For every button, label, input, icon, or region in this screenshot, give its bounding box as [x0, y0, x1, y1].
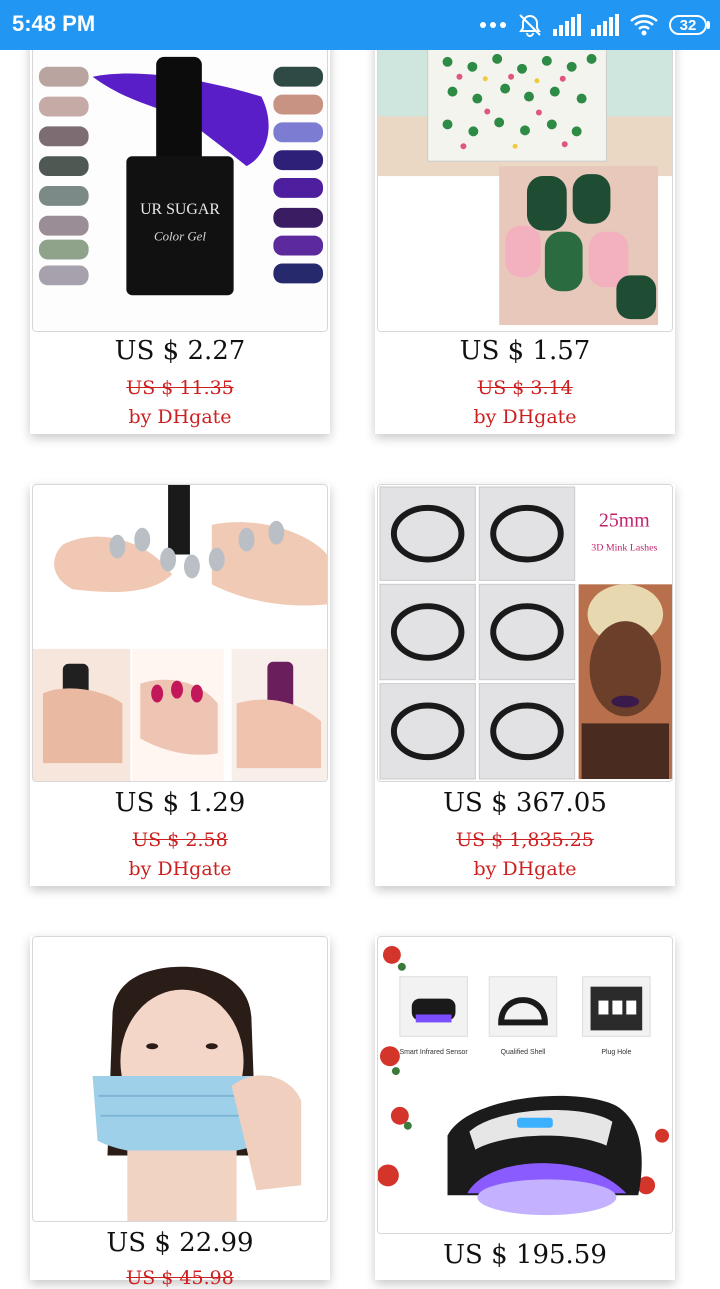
image-brand: UR SUGAR: [140, 201, 220, 218]
image-title: 25mm: [599, 510, 650, 532]
battery-level: 32: [669, 15, 707, 35]
product-card[interactable]: US $ 22.99 US $ 45.98: [30, 936, 330, 1289]
image-label-plug: Plug Hole: [601, 1049, 631, 1056]
product-card[interactable]: US $ 1.29 US $ 2.58 by DHgate: [30, 484, 330, 886]
battery-icon: 32: [669, 15, 710, 35]
more-dots-icon: [480, 22, 506, 28]
signal-icon-2: [591, 14, 619, 36]
product-card[interactable]: US $ 1.57 US $ 3.14 by DHgate: [375, 36, 675, 434]
product-seller[interactable]: by DHgate: [375, 406, 675, 428]
product-card[interactable]: UR SUGAR Color Gel US $ 2.27 US $ 11.35 …: [30, 36, 330, 434]
product-image[interactable]: 25mm 3D Mink Lashes: [377, 484, 673, 782]
product-seller[interactable]: by DHgate: [30, 406, 330, 428]
image-label-shell: Qualified Shell: [501, 1049, 546, 1056]
product-image[interactable]: [377, 36, 673, 332]
product-card[interactable]: 25mm 3D Mink Lashes US $ 367.05 US $ 1,8…: [375, 484, 675, 886]
product-original-price: US $ 2.58: [132, 829, 228, 851]
product-price: US $ 195.59: [443, 1240, 607, 1270]
signal-icon: [553, 14, 581, 36]
product-image[interactable]: Smart Infrared Sensor Qualified Shell Pl…: [377, 936, 673, 1234]
product-card[interactable]: Smart Infrared Sensor Qualified Shell Pl…: [375, 936, 675, 1280]
product-seller[interactable]: by DHgate: [30, 858, 330, 880]
product-price: US $ 1.57: [459, 336, 591, 366]
product-original-price: US $ 11.35: [126, 377, 234, 399]
status-time: 5:48 PM: [12, 11, 96, 36]
product-price: US $ 1.29: [114, 788, 246, 818]
product-original-price: US $ 3.14: [477, 377, 573, 399]
status-bar: 5:48 PM 32: [0, 0, 720, 50]
product-image[interactable]: [32, 936, 328, 1222]
product-price: US $ 367.05: [443, 788, 607, 818]
wifi-icon: [630, 14, 658, 36]
product-seller[interactable]: by DHgate: [375, 858, 675, 880]
alarm-off-icon: [519, 14, 541, 37]
product-price: US $ 2.27: [114, 336, 246, 366]
product-original-price: US $ 45.98: [126, 1267, 234, 1289]
product-image[interactable]: [32, 484, 328, 782]
product-price: US $ 22.99: [106, 1228, 254, 1258]
image-caption: Color Gel: [154, 229, 206, 244]
image-subtitle: 3D Mink Lashes: [591, 543, 657, 554]
product-image[interactable]: UR SUGAR Color Gel: [32, 36, 328, 332]
image-label-sensor: Smart Infrared Sensor: [399, 1049, 468, 1056]
status-icons: 32: [479, 10, 710, 40]
product-original-price: US $ 1,835.25: [456, 829, 594, 851]
